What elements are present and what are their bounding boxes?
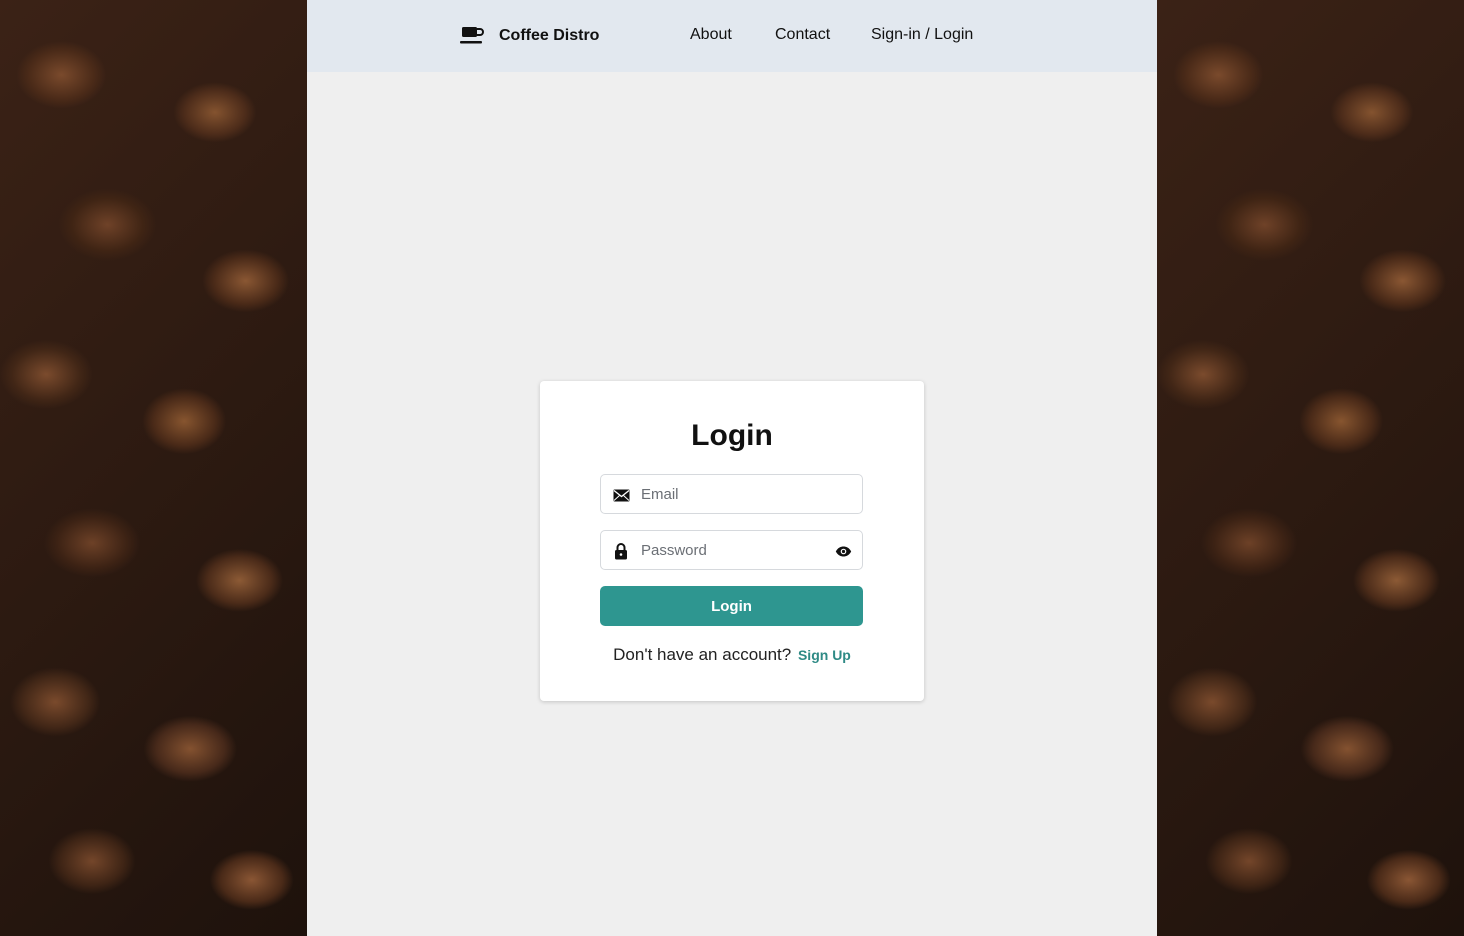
envelope-icon bbox=[612, 486, 630, 504]
login-button[interactable]: Login bbox=[600, 586, 863, 626]
login-title: Login bbox=[691, 419, 773, 452]
lock-icon bbox=[612, 542, 630, 560]
brand[interactable]: Coffee Distro bbox=[459, 22, 599, 50]
navbar: Coffee Distro About Contact Sign-in / Lo… bbox=[307, 0, 1157, 72]
signup-row: Don't have an account? Sign Up bbox=[540, 645, 924, 665]
email-input[interactable] bbox=[641, 475, 821, 513]
coffee-beans-background-right bbox=[1157, 0, 1464, 936]
signup-link[interactable]: Sign Up bbox=[798, 647, 851, 663]
coffee-cup-icon bbox=[459, 26, 485, 46]
nav-link-signin[interactable]: Sign-in / Login bbox=[871, 26, 973, 44]
coffee-beans-background-left bbox=[0, 0, 307, 936]
show-password-eye-icon[interactable] bbox=[834, 542, 852, 560]
password-input[interactable] bbox=[641, 531, 821, 569]
password-field[interactable] bbox=[600, 530, 863, 570]
brand-name: Coffee Distro bbox=[499, 27, 600, 44]
email-field[interactable] bbox=[600, 474, 863, 514]
nav-link-contact[interactable]: Contact bbox=[775, 26, 830, 44]
signup-prompt: Don't have an account? bbox=[613, 645, 792, 664]
main-content: Coffee Distro About Contact Sign-in / Lo… bbox=[307, 0, 1157, 936]
nav-link-about[interactable]: About bbox=[690, 26, 732, 44]
login-card: Login Email Login Don't have an account?… bbox=[540, 381, 924, 701]
